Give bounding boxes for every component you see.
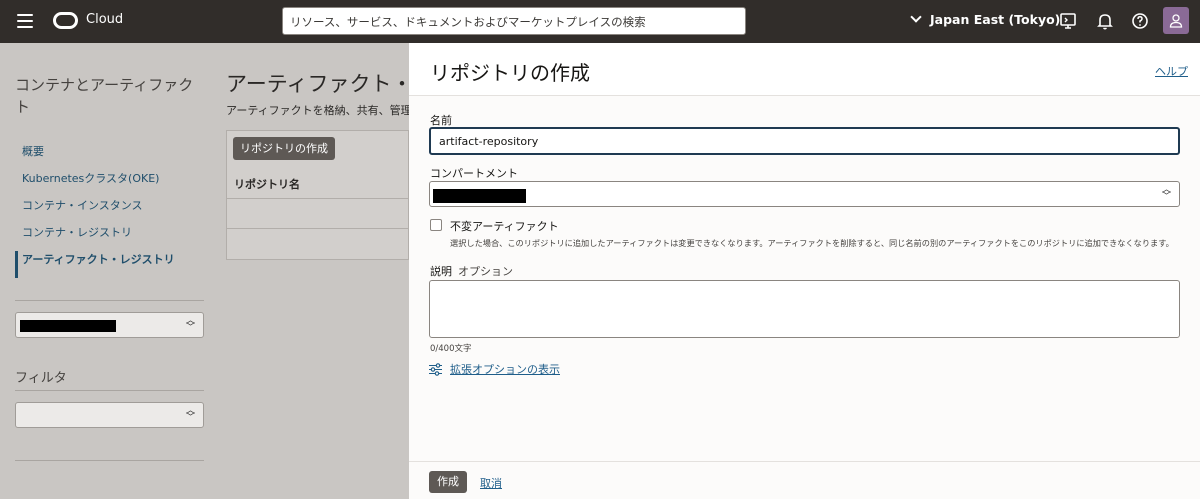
panel-header: リポジトリの作成 ヘルプ bbox=[409, 43, 1200, 96]
filter-select[interactable]: ︿ ﹀ bbox=[15, 402, 204, 428]
immutable-artifacts-help: 選択した場合、このリポジトリに追加したアーティファクトは変更できなくなります。ア… bbox=[450, 238, 1174, 248]
divider bbox=[15, 300, 204, 301]
cancel-link[interactable]: 取消 bbox=[480, 475, 502, 491]
table-row bbox=[226, 228, 409, 229]
up-down-chevron-icon: ︿ ﹀ bbox=[185, 406, 195, 423]
panel-title: リポジトリの作成 bbox=[430, 61, 590, 85]
up-down-chevron-icon: ︿ ﹀ bbox=[185, 316, 195, 333]
create-repository-panel: リポジトリの作成 ヘルプ 名前 artifact-repository コンパー… bbox=[409, 43, 1200, 499]
page-title: アーティファクト・レジストリ bbox=[226, 72, 409, 96]
page-subtitle: アーティファクトを格納、共有、管理するためのリポジトリを作成します。 bbox=[226, 104, 409, 117]
sidebar-title: コンテナとアーティファクト bbox=[15, 76, 194, 116]
show-advanced-options-link[interactable]: 拡張オプションの表示 bbox=[429, 363, 560, 380]
sidebar-item-artifact-registry[interactable]: アーティファクト・レジストリ bbox=[15, 251, 175, 278]
create-repository-button[interactable]: リポジトリの作成 bbox=[233, 137, 335, 160]
description-textarea[interactable] bbox=[429, 280, 1180, 338]
cloud-label[interactable]: Cloud bbox=[86, 12, 123, 27]
description-label: 説明 オプション bbox=[430, 263, 513, 279]
compartment-select[interactable]: ︿ ﹀ bbox=[15, 312, 204, 338]
region-label: Japan East (Tokyo) bbox=[930, 12, 1061, 27]
filter-label: フィルタ bbox=[15, 371, 67, 386]
divider bbox=[15, 460, 204, 461]
sidebar-nav: 概要 Kubernetesクラスタ(OKE) コンテナ・インスタンス コンテナ・… bbox=[15, 143, 175, 278]
chevron-down-icon bbox=[910, 11, 922, 23]
redacted-value bbox=[433, 189, 526, 203]
sliders-icon bbox=[429, 363, 442, 376]
column-header-repository-name: リポジトリ名 bbox=[234, 178, 300, 191]
notifications-icon[interactable] bbox=[1095, 11, 1115, 31]
sidebar-item-container-registry[interactable]: コンテナ・レジストリ bbox=[15, 224, 175, 251]
help-icon[interactable] bbox=[1130, 11, 1150, 31]
top-header: Cloud リソース、サービス、ドキュメントおよびマーケットプレイスの検索 Ja… bbox=[0, 0, 1200, 43]
help-link[interactable]: ヘルプ bbox=[1155, 63, 1188, 79]
create-button[interactable]: 作成 bbox=[429, 471, 467, 493]
oracle-logo[interactable] bbox=[53, 12, 78, 29]
compartment-label: コンパートメント bbox=[430, 167, 518, 180]
optional-label: オプション bbox=[458, 265, 513, 278]
redacted-value bbox=[20, 320, 116, 332]
panel-footer: 作成 取消 bbox=[409, 461, 1200, 499]
compartment-select[interactable]: ︿ ﹀ bbox=[429, 181, 1180, 207]
show-advanced-options-label: 拡張オプションの表示 bbox=[450, 363, 560, 376]
up-down-chevron-icon: ︿ ﹀ bbox=[1161, 185, 1171, 202]
immutable-artifacts-checkbox[interactable] bbox=[430, 219, 442, 231]
sidebar-item-overview[interactable]: 概要 bbox=[15, 143, 175, 170]
name-input[interactable]: artifact-repository bbox=[429, 127, 1180, 155]
cloud-shell-icon[interactable] bbox=[1058, 11, 1078, 31]
description-label-text: 説明 bbox=[430, 265, 452, 278]
search-input[interactable]: リソース、サービス、ドキュメントおよびマーケットプレイスの検索 bbox=[282, 7, 746, 35]
menu-icon[interactable] bbox=[17, 14, 33, 28]
name-label: 名前 bbox=[430, 114, 452, 127]
sidebar-item-kubernetes[interactable]: Kubernetesクラスタ(OKE) bbox=[15, 170, 175, 197]
immutable-artifacts-label: 不変アーティファクト bbox=[450, 220, 559, 233]
sidebar-item-container-instances[interactable]: コンテナ・インスタンス bbox=[15, 197, 175, 224]
region-selector[interactable]: Japan East (Tokyo) bbox=[910, 11, 1061, 27]
character-counter: 0/400文字 bbox=[430, 344, 472, 354]
table-row bbox=[226, 198, 409, 199]
divider bbox=[15, 390, 204, 391]
user-avatar-icon[interactable] bbox=[1163, 7, 1189, 34]
